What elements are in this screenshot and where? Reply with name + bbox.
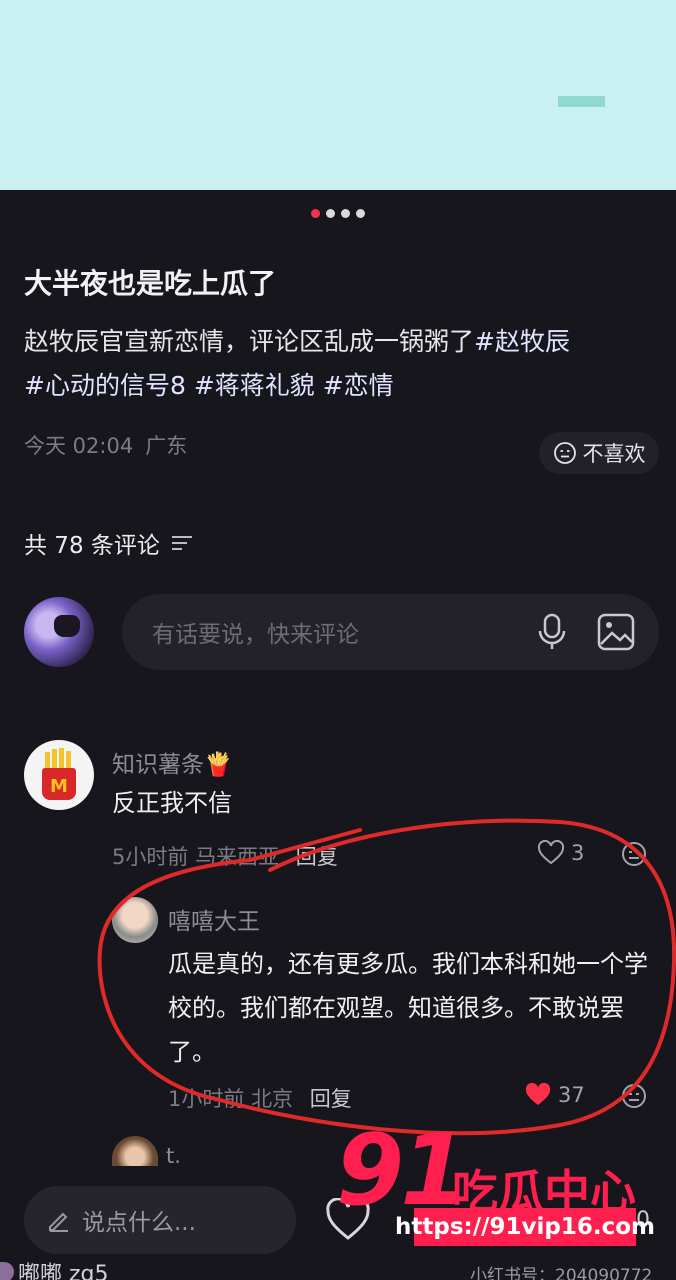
comment-text: 瓜是真的，还有更多瓜。我们本科和她一个学校的。我们都在观望。知道很多。不敢说罢了…	[168, 950, 648, 1066]
dislike-button[interactable]: 不喜欢	[539, 432, 659, 474]
dislike-label: 不喜欢	[582, 442, 646, 466]
comment-input[interactable]: 有话要说，快来评论	[122, 594, 659, 670]
footer-platform-id: 小红书号：204090772	[470, 1266, 653, 1280]
footer-user: 嘟嘟 zg5	[0, 1256, 109, 1280]
post-description-text: 赵牧辰官宣新恋情，评论区乱成一锅粥了	[24, 327, 475, 356]
comment-count: 共 78 条评论	[24, 533, 160, 559]
comment-text: 反正我不信	[112, 789, 232, 817]
comment-input-placeholder: 有话要说，快来评论	[152, 622, 359, 648]
heart-icon	[537, 840, 565, 865]
comment-location: 北京	[251, 1087, 294, 1111]
neutral-face-icon	[553, 442, 576, 464]
m-logo: M	[50, 776, 68, 797]
comment-location: 马来西亚	[195, 845, 280, 869]
post-description: 赵牧辰官宣新恋情，评论区乱成一锅粥了#赵牧辰 #心动的信号8 #蒋蒋礼貌 #恋情	[24, 320, 664, 408]
comment-meta: 5小时前 马来西亚 回复	[112, 841, 338, 871]
microphone-icon[interactable]	[534, 612, 570, 652]
my-avatar[interactable]	[24, 597, 94, 667]
like-button[interactable]: 3	[537, 840, 584, 866]
watermark: 91 吃瓜中心 https://91vip16.com	[336, 1116, 656, 1248]
fry	[52, 749, 57, 769]
like-count: 37	[558, 1083, 585, 1107]
hashtag[interactable]: #恋情	[323, 371, 394, 400]
post-meta: 今天 02:04 广东	[24, 430, 187, 460]
fry	[59, 748, 64, 768]
carousel-dot	[326, 209, 335, 218]
hashtag[interactable]: #蒋蒋礼貌	[194, 371, 315, 400]
footer-username: 嘟嘟 zg5	[18, 1262, 109, 1280]
say-input[interactable]: 说点什么...	[24, 1186, 296, 1254]
like-count: 3	[571, 841, 585, 865]
avatar[interactable]: M	[24, 740, 94, 810]
image-mark	[558, 96, 605, 107]
like-button[interactable]: 37	[524, 1082, 585, 1108]
image-icon[interactable]	[596, 612, 636, 652]
carousel-dot	[341, 209, 350, 218]
avatar-cat	[54, 615, 80, 637]
heart-filled-icon	[525, 1082, 551, 1105]
comment-time: 1小时前	[168, 1087, 245, 1111]
carousel-dot	[356, 209, 365, 218]
post-image[interactable]	[0, 0, 676, 190]
comment-username[interactable]: t.	[166, 1144, 181, 1168]
carousel-dot-active	[311, 209, 320, 218]
hashtag[interactable]: #心动的信号8	[24, 371, 186, 400]
avatar[interactable]	[112, 897, 158, 943]
hashtag[interactable]: #赵牧辰	[474, 327, 570, 356]
emoji-icon[interactable]	[621, 1083, 647, 1109]
sort-icon[interactable]	[170, 533, 194, 553]
comment-username[interactable]: 知识薯条🍟	[112, 745, 233, 779]
emoji-icon[interactable]	[621, 841, 647, 867]
post-time: 今天 02:04	[24, 434, 134, 458]
comment-meta: 1小时前 北京 回复	[168, 1083, 352, 1113]
post-location: 广东	[145, 434, 188, 458]
carousel-indicator	[0, 209, 676, 218]
comment-username[interactable]: 嘻嘻大王	[168, 902, 260, 936]
watermark-url: https://91vip16.com	[395, 1208, 655, 1246]
pen-icon	[49, 1212, 68, 1232]
comments-header[interactable]: 共 78 条评论	[24, 526, 194, 560]
avatar[interactable]	[112, 1136, 158, 1166]
comment-time: 5小时前	[112, 845, 189, 869]
footer-avatar	[0, 1262, 14, 1280]
reply-button[interactable]: 回复	[310, 1087, 352, 1111]
say-input-placeholder: 说点什么...	[82, 1210, 196, 1236]
post-title: 大半夜也是吃上瓜了	[24, 267, 277, 300]
reply-button[interactable]: 回复	[296, 845, 338, 869]
